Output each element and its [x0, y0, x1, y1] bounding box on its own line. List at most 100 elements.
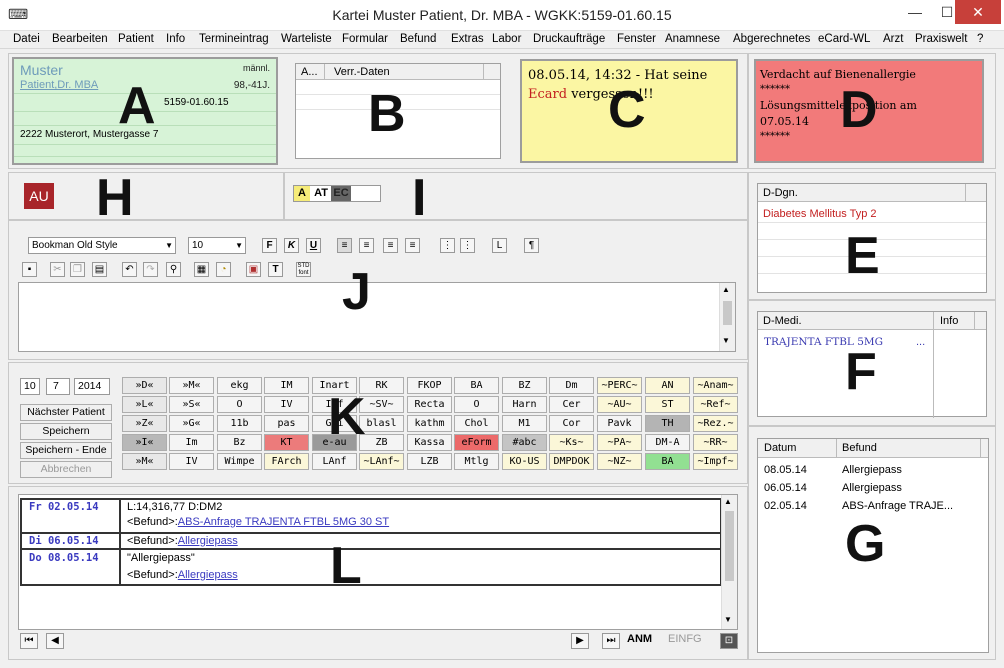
- quick-button[interactable]: M1: [502, 415, 547, 432]
- menu-help[interactable]: ?: [977, 33, 983, 45]
- menu-termineintrag[interactable]: Termineintrag: [199, 33, 269, 45]
- quick-button[interactable]: Pavk: [597, 415, 642, 432]
- quick-button[interactable]: DMPDOK: [549, 453, 594, 470]
- numbered-list-icon[interactable]: ⋮: [440, 238, 455, 253]
- quick-button[interactable]: »G«: [169, 415, 214, 432]
- menu-datei[interactable]: Datei: [13, 33, 40, 45]
- befund-row[interactable]: 08.05.14: [764, 464, 807, 476]
- font-family-select[interactable]: Bookman Old Style ▼: [28, 237, 176, 254]
- quick-button[interactable]: LZB: [407, 453, 452, 470]
- au-button[interactable]: AU: [24, 183, 54, 209]
- journal-date[interactable]: Do 08.05.14: [29, 552, 99, 564]
- save-end-button[interactable]: Speichern - Ende: [20, 442, 112, 459]
- journal-entry[interactable]: <Befund>:Allergiepass: [127, 569, 238, 581]
- quick-button[interactable]: »L«: [122, 396, 167, 413]
- journal-link[interactable]: Allergiepass: [178, 569, 238, 581]
- quick-button[interactable]: O: [454, 396, 499, 413]
- journal-link[interactable]: Allergiepass: [178, 535, 238, 547]
- text-block-icon[interactable]: T: [268, 262, 283, 277]
- quick-button[interactable]: ~AU~: [597, 396, 642, 413]
- paste-icon[interactable]: ▤: [92, 262, 107, 277]
- menu-anamnese[interactable]: Anamnese: [665, 33, 720, 45]
- journal-scrollbar[interactable]: ▲ ▼: [721, 495, 737, 629]
- print-preview-icon[interactable]: ▦: [194, 262, 209, 277]
- quick-button[interactable]: 11b: [217, 415, 262, 432]
- scroll-up-icon[interactable]: ▲: [722, 285, 730, 294]
- copy-icon[interactable]: ❐: [70, 262, 85, 277]
- quick-button[interactable]: ST: [645, 396, 690, 413]
- verr-col-b[interactable]: Verr.-Daten: [334, 66, 390, 78]
- medi-header[interactable]: D-Medi.: [763, 315, 802, 327]
- last-record-icon[interactable]: ⏭: [602, 633, 620, 649]
- quick-button[interactable]: LAnf: [312, 453, 357, 470]
- cut-icon[interactable]: ✂: [50, 262, 65, 277]
- quick-button[interactable]: Cer: [549, 396, 594, 413]
- quick-button[interactable]: AN: [645, 377, 690, 394]
- quick-button[interactable]: TH: [645, 415, 690, 432]
- quick-button[interactable]: Mtlg: [454, 453, 499, 470]
- quick-button[interactable]: KT: [264, 434, 309, 451]
- befund-col-befund[interactable]: Befund: [842, 442, 877, 454]
- underline-button[interactable]: U: [306, 238, 321, 253]
- quick-button[interactable]: ~Impf~: [693, 453, 738, 470]
- quick-button[interactable]: BZ: [502, 377, 547, 394]
- quick-button[interactable]: Recta: [407, 396, 452, 413]
- font-size-select[interactable]: 10 ▼: [188, 237, 246, 254]
- quick-button[interactable]: FKOP: [407, 377, 452, 394]
- quick-button[interactable]: kathm: [407, 415, 452, 432]
- journal-link[interactable]: ABS-Anfrage TRAJENTA FTBL 5MG 30 ST: [178, 516, 389, 528]
- patient-title[interactable]: Patient,Dr. MBA: [20, 79, 98, 91]
- medi-info-header[interactable]: Info: [940, 315, 958, 327]
- journal-entry[interactable]: <Befund>:ABS-Anfrage TRAJENTA FTBL 5MG 3…: [127, 516, 389, 528]
- quick-button[interactable]: Kassa: [407, 434, 452, 451]
- next-patient-button[interactable]: Nächster Patient: [20, 404, 112, 421]
- quick-button[interactable]: BA: [645, 453, 690, 470]
- dgn-item[interactable]: Diabetes Mellitus Typ 2: [763, 208, 877, 220]
- menu-arzt[interactable]: Arzt: [883, 33, 903, 45]
- quick-button[interactable]: ~PERC~: [597, 377, 642, 394]
- quick-button[interactable]: »I«: [122, 434, 167, 451]
- quick-button[interactable]: Wimpe: [217, 453, 262, 470]
- find-icon[interactable]: ⚲: [166, 262, 181, 277]
- quick-button[interactable]: #abc: [502, 434, 547, 451]
- close-button[interactable]: ✕: [955, 0, 1001, 24]
- menu-extras[interactable]: Extras: [451, 33, 484, 45]
- menu-befund[interactable]: Befund: [400, 33, 436, 45]
- medi-more[interactable]: ...: [916, 336, 925, 348]
- date-year-input[interactable]: 2014: [74, 378, 110, 395]
- table-icon[interactable]: ▣: [246, 262, 261, 277]
- bullet-list-icon[interactable]: ⋮: [460, 238, 475, 253]
- quick-button[interactable]: »M«: [122, 453, 167, 470]
- quick-button[interactable]: ~NZ~: [597, 453, 642, 470]
- dgn-header[interactable]: D-Dgn.: [763, 187, 798, 199]
- menu-bearbeiten[interactable]: Bearbeiten: [52, 33, 108, 45]
- journal-entry[interactable]: <Befund>:Allergiepass: [127, 535, 238, 547]
- menu-praxiswelt[interactable]: Praxiswelt: [915, 33, 967, 45]
- befund-text[interactable]: Allergiepass: [842, 464, 902, 476]
- quick-button[interactable]: FArch: [264, 453, 309, 470]
- menu-ecard-wl[interactable]: eCard-WL: [818, 33, 870, 45]
- tab-stop-icon[interactable]: L: [492, 238, 507, 253]
- scroll-down-icon[interactable]: ▼: [722, 336, 730, 345]
- quick-button[interactable]: ~LAnf~: [359, 453, 404, 470]
- quick-button[interactable]: ekg: [217, 377, 262, 394]
- ecard-status[interactable]: A AT EC: [293, 185, 381, 202]
- journal-date[interactable]: Di 06.05.14: [29, 535, 99, 547]
- quick-button[interactable]: »M«: [169, 377, 214, 394]
- quick-button[interactable]: ~RR~: [693, 434, 738, 451]
- clock-icon[interactable]: ◔: [216, 262, 231, 277]
- quick-button[interactable]: BA: [454, 377, 499, 394]
- befund-text[interactable]: Allergiepass: [842, 482, 902, 494]
- prev-record-icon[interactable]: ◀: [46, 633, 64, 649]
- paragraph-mark-button[interactable]: ¶: [524, 238, 539, 253]
- menu-druckauftraege[interactable]: Druckaufträge: [533, 33, 605, 45]
- menu-abgerechnetes[interactable]: Abgerechnetes: [733, 33, 810, 45]
- scroll-up-icon[interactable]: ▲: [724, 497, 732, 506]
- quick-button[interactable]: »Z«: [122, 415, 167, 432]
- align-justify-icon[interactable]: ≡: [405, 238, 420, 253]
- quick-button[interactable]: »S«: [169, 396, 214, 413]
- align-right-icon[interactable]: ≡: [359, 238, 374, 253]
- align-center-icon[interactable]: ≡: [383, 238, 398, 253]
- journal-date[interactable]: Fr 02.05.14: [29, 501, 99, 513]
- undo-icon[interactable]: ↶: [122, 262, 137, 277]
